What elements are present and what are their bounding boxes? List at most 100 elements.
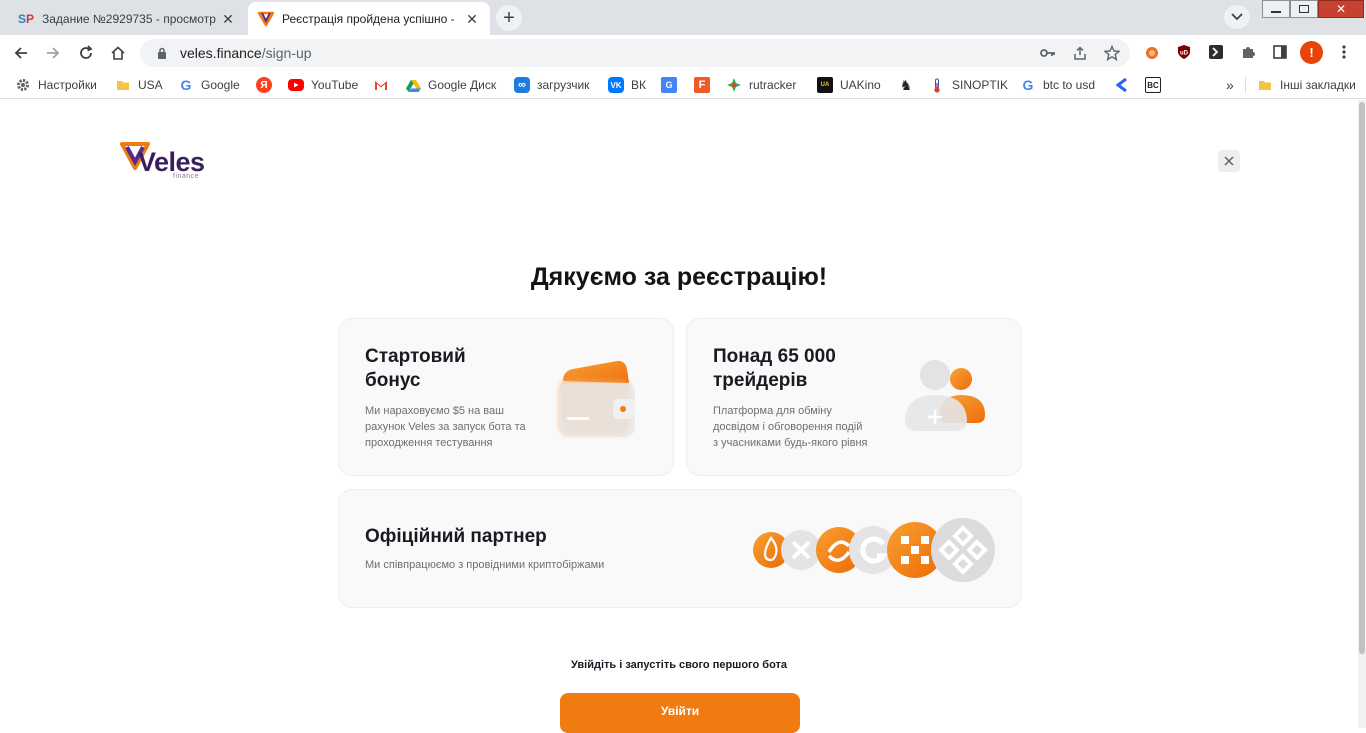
bookmark-usa[interactable]: USA [115,75,163,95]
card-description: Ми нараховуємо $5 на ваш рахунок Veles з… [365,405,526,449]
tab-search-button[interactable] [1224,5,1250,29]
bookmark-chess[interactable]: ♞ [898,75,921,95]
tab-bar: SP Задание №2929735 - просмотр ✕ Реєстра… [0,0,1366,35]
google-icon: G [180,77,192,93]
tab-veles[interactable]: Реєстрація пройдена успішно - ✕ [248,2,490,35]
menu-kebab-icon[interactable] [1334,42,1354,62]
bookmark-translate[interactable]: G [661,75,684,95]
tab-title: Задание №2929735 - просмотр [42,11,216,26]
card-official-partner: Офіційний партнер Ми співпрацюємо з пров… [338,489,1022,608]
bookmarks-more[interactable]: » [1226,75,1234,95]
card-title: Стартовий бонус [365,346,466,391]
key-icon[interactable] [1036,41,1060,65]
bookmark-f[interactable]: F [694,75,717,95]
home-button[interactable] [106,41,130,65]
bookmark-youtube[interactable]: YouTube [288,75,358,95]
lock-icon [154,45,170,61]
scrollbar-thumb[interactable] [1359,102,1365,654]
wallet-icon [559,360,635,437]
translate-icon: G [661,77,677,93]
chess-icon: ♞ [899,76,913,93]
bookmark-other[interactable]: Інші закладки [1257,75,1356,95]
new-tab-button[interactable]: + [496,5,522,31]
vk-icon: VK [608,77,624,93]
arrow-left-icon [14,47,27,59]
drive-icon [405,77,421,93]
f-icon: F [694,77,710,93]
bookmark-vk[interactable]: VK ВК [608,75,646,95]
folder-icon [1257,77,1273,93]
tab-close-icon[interactable]: ✕ [464,11,480,27]
card-title: Офіційний партнер [365,526,547,547]
svg-text:uD: uD [1180,51,1189,57]
exchanges-icon [753,518,995,582]
bookmark-sinoptik[interactable]: SINOPTIK [929,75,1008,95]
bookmark-google[interactable]: G Google [178,75,240,95]
address-bar[interactable]: veles.finance/sign-up [140,39,1130,67]
back-button[interactable] [9,41,33,65]
bookmark-bc[interactable]: BC [1145,75,1168,95]
thermometer-icon [929,77,945,93]
card-description: Ми співпрацюємо з провідними криптобіржа… [365,559,605,571]
page-title: Дякуємо за реєстрацію! [530,263,828,291]
maximize-button[interactable] [1290,0,1318,18]
reload-button[interactable] [74,41,98,65]
yandex-icon: Я [256,77,272,93]
youtube-icon [288,79,304,91]
reload-icon [80,45,93,59]
arrow-right-icon [47,47,60,59]
bookmark-zagruzchik[interactable]: ∞ загрузчик [514,75,589,95]
close-window-button[interactable]: ✕ [1318,0,1364,18]
bookmark-google-drive[interactable]: Google Диск [405,75,496,95]
bookmarks-bar: Настройки USA G Google Я YouTube Google … [0,70,1366,99]
bc-icon: BC [1145,77,1161,93]
bookmark-rutracker[interactable]: rutracker [726,75,796,95]
gmail-icon [373,77,389,93]
bookmark-gmail[interactable] [373,75,396,95]
puzzle-icon[interactable] [1238,42,1258,62]
sidepanel-icon[interactable] [1270,42,1290,62]
bookmark-uakino[interactable]: UA UAKino [817,75,881,95]
bookmark-yandex[interactable]: Я [256,75,279,95]
google-icon: G [1022,77,1034,93]
bookmark-arrow[interactable] [1114,75,1137,95]
users-icon [905,360,985,431]
share-icon[interactable] [1068,41,1092,65]
minimize-button[interactable] [1262,0,1290,18]
bookmark-btc-to-usd[interactable]: G btc to usd [1020,75,1095,95]
bookmarks-divider [1245,77,1246,93]
veles-icon [258,11,274,27]
sp-icon: SP [17,11,35,26]
card-starter-bonus: Стартовий бонус Ми нараховуємо $5 на ваш… [338,318,674,476]
loader-icon: ∞ [514,77,530,93]
gear-icon [15,77,31,93]
card-title: Понад 65 000 трейдерів [713,346,836,391]
firefox-ext-icon[interactable] [1142,42,1162,62]
veles-logo[interactable]: Veles finance [120,140,210,182]
url-text: veles.finance/sign-up [180,45,312,61]
bookmark-settings[interactable]: Настройки [15,75,97,95]
window-controls: ✕ [1262,0,1364,20]
card-traders: Понад 65 000 трейдерів Платформа для обм… [686,318,1022,476]
close-button[interactable] [1218,150,1240,172]
chevron-down-icon [1231,13,1243,21]
uakino-icon: UA [817,77,833,93]
tab-title: Реєстрація пройдена успішно - [282,11,455,26]
tab-close-icon[interactable]: ✕ [220,11,236,27]
star-icon[interactable] [1100,41,1124,65]
forward-button[interactable] [41,41,65,65]
folder-icon [115,77,131,93]
close-icon [1224,156,1234,166]
page-content [0,100,1358,728]
home-icon [111,46,125,60]
tab-zadanie[interactable]: SP Задание №2929735 - просмотр ✕ [8,2,246,35]
rutracker-icon [726,77,742,93]
login-button[interactable]: Увійти [560,693,800,733]
card-description: Платформа для обміну досвідом і обговоре… [713,405,868,449]
cta-caption: Увійдіть і запустіть свого першого бота [570,659,788,671]
arrow-icon [1114,77,1130,93]
ublock-icon[interactable]: uD [1174,42,1194,62]
logo-subtext: finance [173,173,200,180]
terminal-ext-icon[interactable] [1206,42,1226,62]
profile-avatar[interactable]: ! [1300,41,1323,64]
